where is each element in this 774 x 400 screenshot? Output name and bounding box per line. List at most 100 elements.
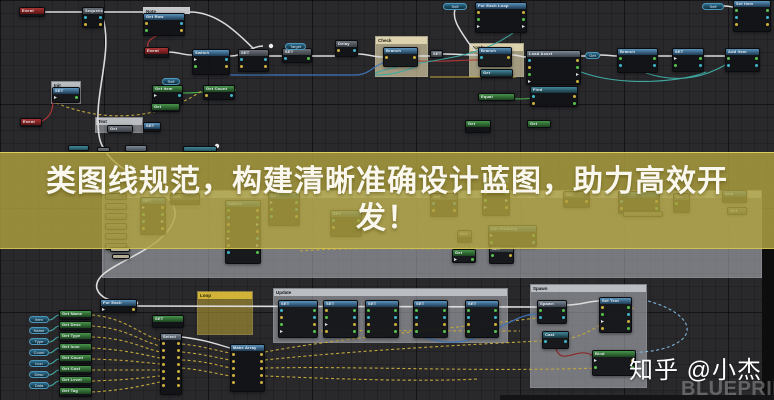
blueprint-node[interactable]: Get [452,249,476,263]
blueprint-node[interactable]: Get Icon [59,343,92,353]
blueprint-node[interactable]: Spawn [537,300,567,324]
input-pin[interactable] [532,102,535,105]
output-pin[interactable] [522,25,525,28]
blueprint-node[interactable]: SET [282,48,312,63]
blueprint-node[interactable]: SET [323,300,358,338]
blueprint-node[interactable] [125,145,147,152]
output-pin[interactable] [413,56,416,59]
input-pin[interactable] [480,56,483,59]
input-pin[interactable] [162,342,165,345]
blueprint-node[interactable]: Get [480,69,513,78]
blueprint-node[interactable]: SET [152,315,184,328]
output-pin[interactable] [627,313,630,316]
output-pin[interactable] [766,16,769,19]
blueprint-node[interactable]: Sequence [82,7,104,28]
blueprint-node[interactable]: Get Level [59,376,92,386]
output-pin[interactable] [564,340,567,343]
output-pin[interactable] [755,64,758,67]
blueprint-node[interactable]: Get Item [152,85,183,105]
output-pin[interactable] [313,316,316,319]
blueprint-node[interactable]: For Each [100,299,137,313]
blueprint-node[interactable]: Select [160,333,182,395]
output-pin[interactable] [562,309,565,312]
input-pin[interactable] [145,29,148,32]
output-pin[interactable] [99,16,102,19]
output-pin[interactable] [394,323,397,326]
output-pin[interactable] [177,356,180,359]
input-pin[interactable] [337,49,340,52]
output-pin[interactable] [230,94,233,97]
blueprint-node[interactable]: Equal [478,93,515,101]
input-pin[interactable] [528,80,531,83]
blueprint-node[interactable]: Make Array [230,344,265,392]
output-pin[interactable] [509,254,512,257]
input-pin[interactable] [454,258,457,261]
output-pin[interactable] [443,309,446,312]
input-pin[interactable] [477,25,480,28]
output-pin[interactable] [699,64,702,67]
output-pin[interactable] [766,9,769,12]
blueprint-node[interactable]: Add Item [725,48,760,72]
variable-pill-node[interactable]: Type [29,338,49,345]
input-pin[interactable] [735,9,738,12]
blueprint-node[interactable]: Branch [617,48,658,73]
output-pin[interactable] [225,65,228,68]
blueprint-node[interactable]: SET [465,300,499,338]
output-pin[interactable] [653,64,656,67]
output-pin[interactable] [394,316,397,319]
blueprint-node[interactable]: Event [20,118,42,127]
input-pin[interactable] [594,359,597,362]
blueprint-node[interactable]: Find [530,86,578,107]
blueprint-node[interactable] [68,145,89,151]
input-pin[interactable] [528,66,531,69]
input-pin[interactable] [194,65,197,68]
output-pin[interactable] [494,316,497,319]
input-pin[interactable] [280,323,283,326]
output-pin[interactable] [307,57,310,60]
input-pin[interactable] [601,306,604,309]
input-pin[interactable] [415,330,418,333]
blueprint-node[interactable]: SET [365,300,399,338]
blueprint-node[interactable]: Event [19,7,45,17]
output-pin[interactable] [260,353,263,356]
input-pin[interactable] [325,330,328,333]
output-pin[interactable] [177,384,180,387]
output-pin[interactable] [180,29,183,32]
input-pin[interactable] [544,340,547,343]
output-pin[interactable] [653,57,656,60]
output-pin[interactable] [576,66,579,69]
input-pin[interactable] [532,95,535,98]
input-pin[interactable] [280,330,283,333]
input-pin[interactable] [84,16,87,19]
blueprint-node[interactable]: Set Item [733,0,771,32]
input-pin[interactable] [467,316,470,319]
input-pin[interactable] [367,330,370,333]
variable-pill-node[interactable]: Target [285,43,306,50]
input-pin[interactable] [280,309,283,312]
variable-pill-node[interactable]: Self [443,3,467,10]
input-pin[interactable] [162,384,165,387]
blueprint-node[interactable]: Load Asset [526,50,581,85]
input-pin[interactable] [280,316,283,319]
blueprint-node[interactable]: Event [144,47,169,58]
output-pin[interactable] [627,327,630,330]
output-pin[interactable] [573,102,576,105]
input-pin[interactable] [415,323,418,326]
input-pin[interactable] [477,11,480,14]
output-pin[interactable] [494,330,497,333]
blueprint-node[interactable]: SET [430,50,443,58]
output-pin[interactable] [225,58,228,61]
variable-pill-node[interactable]: Desc [29,371,49,378]
blueprint-node[interactable]: Branch [383,47,418,67]
output-pin[interactable] [443,330,446,333]
output-pin[interactable] [177,349,180,352]
output-pin[interactable] [576,73,579,76]
input-pin[interactable] [240,65,243,68]
input-pin[interactable] [415,309,418,312]
output-pin[interactable] [576,59,579,62]
output-pin[interactable] [313,309,316,312]
input-pin[interactable] [367,309,370,312]
output-pin[interactable] [627,320,630,323]
input-pin[interactable] [232,360,235,363]
output-pin[interactable] [507,56,510,59]
